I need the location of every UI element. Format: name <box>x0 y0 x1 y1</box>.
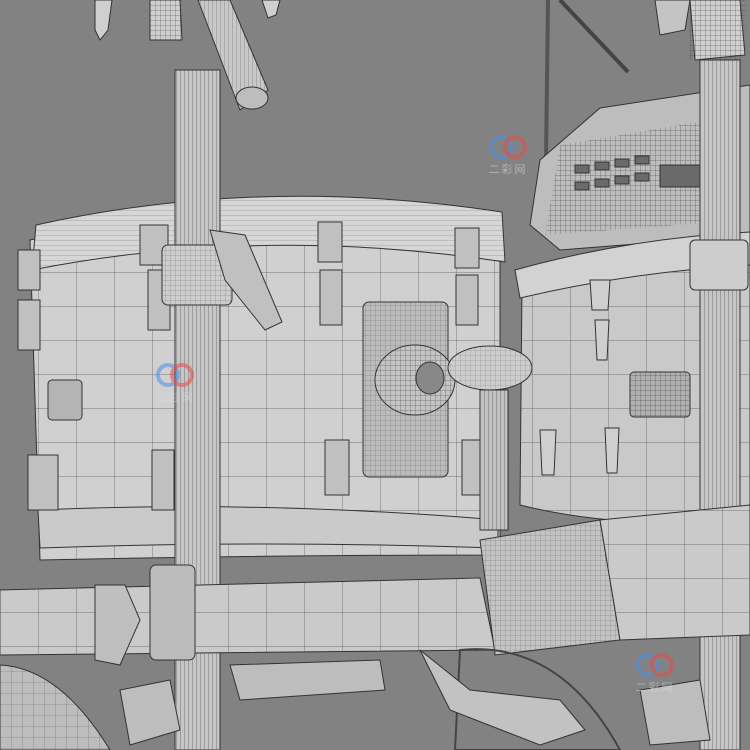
thin-rod <box>544 0 550 161</box>
snare-drum <box>17 195 506 561</box>
viewport: 二彩网 二彩网 二彩网 <box>0 0 750 750</box>
snare-badge <box>362 301 456 478</box>
wireframe-drum-kit-render <box>0 0 750 750</box>
